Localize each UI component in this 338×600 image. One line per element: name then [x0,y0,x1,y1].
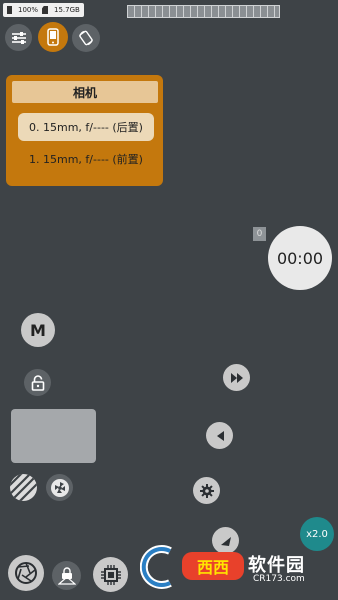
status-bar: 100% 15.7GB [3,3,84,17]
histogram-strip [127,5,280,18]
zoom-button[interactable]: x2.0 [300,517,334,551]
thumbnail-preview[interactable] [11,409,96,463]
camera-switch-button[interactable] [38,22,68,52]
gear-icon [199,483,214,498]
watermark-badge: 西西 [182,552,244,580]
chip-icon [100,564,122,586]
settings-gear-button[interactable] [193,477,220,504]
fast-forward-icon [230,372,244,384]
aperture-button[interactable] [46,474,73,501]
camera-menu-title: 相机 [12,81,158,103]
camera-option-rear[interactable]: 0. 15mm, f/---- (后置) [18,113,154,141]
mode-button[interactable]: M [21,313,55,347]
storage-icon [42,6,49,14]
camera-option-front[interactable]: 1. 15mm, f/---- (前置) [18,145,154,173]
aperture-icon [14,561,38,585]
camera-menu: 相机 0. 15mm, f/---- (后置) 1. 15mm, f/---- … [6,75,163,186]
battery-level: 100% [18,6,39,14]
rotate-button[interactable] [72,24,100,52]
fast-forward-button[interactable] [223,364,250,391]
lock-button[interactable] [24,369,51,396]
battery-icon [7,6,12,14]
play-back-button[interactable] [206,422,233,449]
storage-free: 15.7GB [54,6,80,14]
stripes-icon [10,474,37,501]
rotate-icon [78,30,94,46]
play-left-icon [214,430,226,442]
timer-button[interactable]: 00:00 [268,226,332,290]
aperture-icon [50,478,70,498]
phone-camera-icon [47,28,59,46]
pattern-button[interactable] [10,474,37,501]
sliders-icon [11,31,27,45]
lock-icon [31,374,45,391]
settings-button[interactable] [5,24,32,51]
triangle-button[interactable] [212,527,239,554]
triangle-icon [220,535,232,547]
timer-count: 0 [253,227,266,241]
chip-button[interactable] [93,557,128,592]
exposure-icon [57,566,76,585]
shutter-mode-button[interactable] [8,555,44,591]
exposure-lock-button[interactable] [52,561,81,590]
watermark-url: CR173.com [253,574,305,584]
